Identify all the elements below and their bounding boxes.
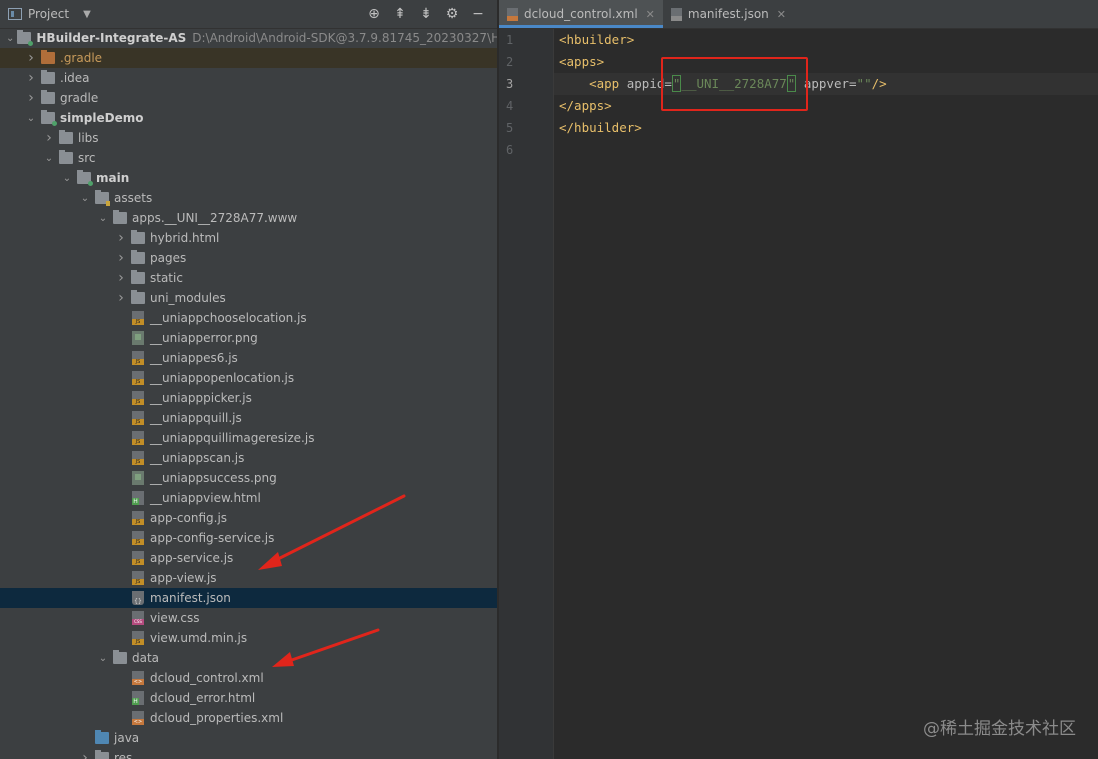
watermark: @稀土掘金技术社区 — [923, 719, 1076, 739]
annotation-arrow — [270, 494, 406, 564]
annotation-arrow-head — [272, 652, 294, 667]
annotation-arrow-head — [258, 552, 282, 570]
annotation-arrow — [284, 628, 380, 664]
annotation-arrows — [258, 494, 406, 667]
